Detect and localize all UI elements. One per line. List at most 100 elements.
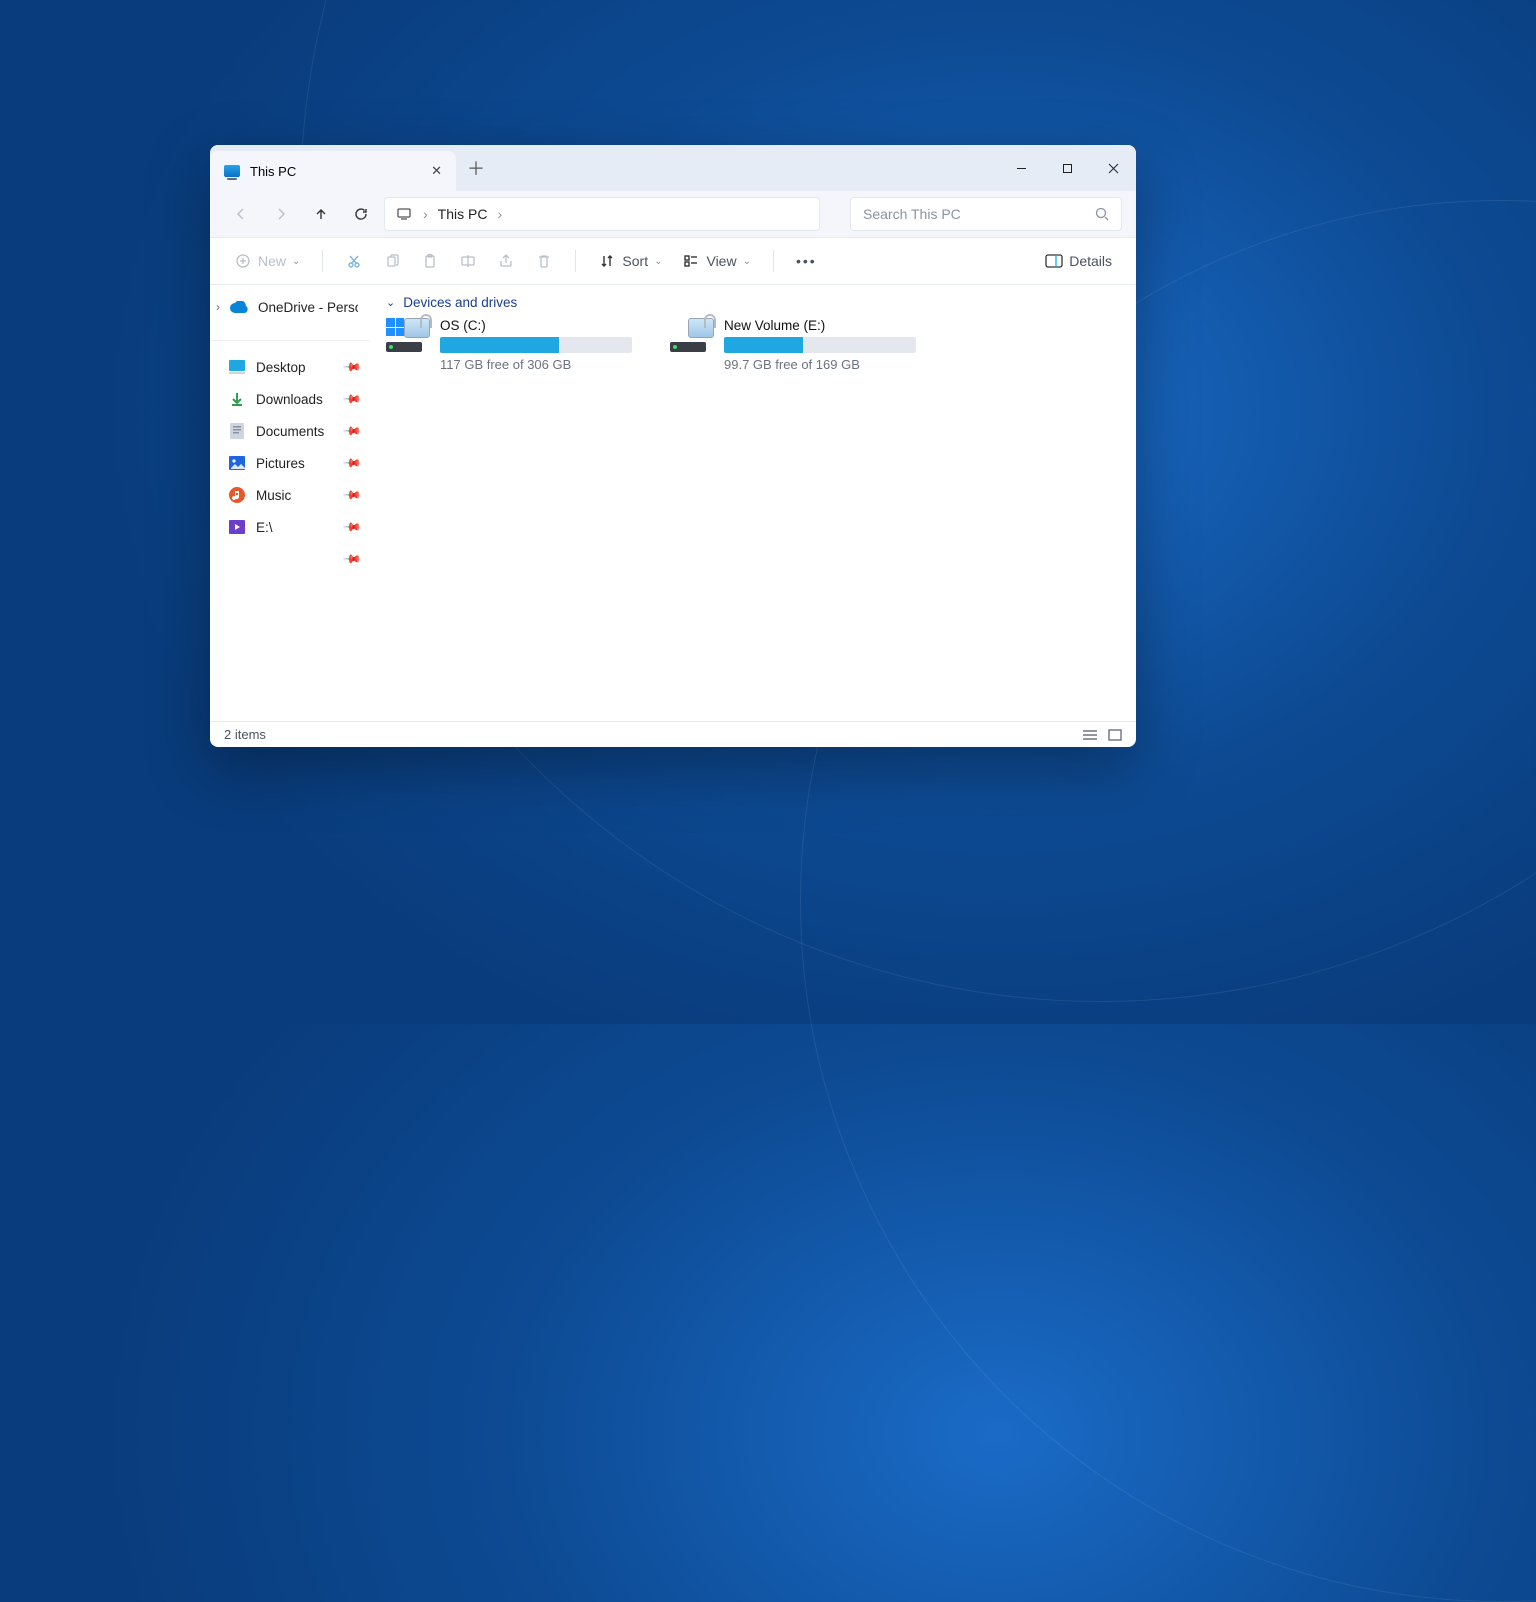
sidebar-item-pictures[interactable]: Pictures 📌 [210, 447, 370, 479]
more-button[interactable]: ••• [790, 245, 823, 277]
pin-icon[interactable]: 📌 [342, 357, 362, 377]
drive-usage-bar [440, 337, 632, 353]
sidebar: › OneDrive - Perso Desktop 📌 Downloads 📌… [210, 285, 370, 721]
sidebar-item-downloads[interactable]: Downloads 📌 [210, 383, 370, 415]
sidebar-label: Documents [256, 424, 324, 439]
details-pane-button[interactable]: Details [1039, 245, 1118, 277]
sort-button[interactable]: Sort ⌄ [592, 245, 668, 277]
sidebar-item-e-drive[interactable]: E:\ 📌 [210, 511, 370, 543]
drive-name: New Volume (E:) [724, 318, 916, 333]
copy-icon [383, 252, 401, 270]
new-label: New [258, 253, 286, 269]
chevron-right-icon[interactable]: › [497, 206, 502, 222]
sidebar-item-music[interactable]: Music 📌 [210, 479, 370, 511]
breadcrumb-location[interactable]: This PC [438, 206, 488, 222]
refresh-button[interactable] [344, 197, 378, 231]
address-bar[interactable]: › This PC › [384, 197, 820, 231]
drive-item[interactable]: OS (C:)117 GB free of 306 GB [386, 318, 642, 372]
window-controls [998, 145, 1136, 191]
documents-icon [228, 422, 246, 440]
paste-icon [421, 252, 439, 270]
drive-icon [386, 318, 430, 352]
desktop-icon [228, 358, 246, 376]
paste-button[interactable] [415, 245, 445, 277]
copy-button[interactable] [377, 245, 407, 277]
search-box[interactable] [850, 197, 1122, 231]
pin-icon[interactable]: 📌 [342, 485, 362, 505]
chevron-right-icon: › [423, 206, 428, 222]
pin-icon[interactable]: 📌 [342, 389, 362, 409]
sidebar-item-empty[interactable]: 📌 [210, 543, 370, 575]
chevron-down-icon: ⌄ [292, 256, 300, 267]
toolbar: New ⌄ Sort ⌄ View ⌄ ••• Details [210, 237, 1136, 285]
sort-label: Sort [622, 253, 648, 269]
pin-icon[interactable]: 📌 [342, 517, 362, 537]
downloads-icon [228, 390, 246, 408]
close-button[interactable] [1090, 145, 1136, 191]
minimize-button[interactable] [998, 145, 1044, 191]
search-icon[interactable] [1095, 207, 1109, 221]
rename-icon [459, 252, 477, 270]
rename-button[interactable] [453, 245, 483, 277]
tab-title: This PC [250, 164, 296, 179]
content-area[interactable]: ⌄ Devices and drives OS (C:)117 GB free … [370, 285, 1136, 721]
new-button[interactable]: New ⌄ [228, 245, 306, 277]
sidebar-item-documents[interactable]: Documents 📌 [210, 415, 370, 447]
chevron-down-icon: ⌄ [386, 296, 395, 309]
drive-icon [670, 318, 714, 352]
drive-usage-bar [724, 337, 916, 353]
search-input[interactable] [863, 206, 1095, 222]
windows-logo-icon [386, 318, 404, 336]
blank-icon [228, 550, 246, 568]
music-icon [228, 486, 246, 504]
sidebar-item-desktop[interactable]: Desktop 📌 [210, 351, 370, 383]
share-button[interactable] [491, 245, 521, 277]
sidebar-label: Downloads [256, 392, 323, 407]
group-devices-and-drives[interactable]: ⌄ Devices and drives [386, 295, 1120, 310]
tiles-view-icon[interactable] [1108, 729, 1122, 741]
titlebar: This PC ✕ ＋ [210, 145, 1136, 191]
back-button[interactable] [224, 197, 258, 231]
onedrive-icon [230, 298, 248, 316]
status-bar: 2 items [210, 721, 1136, 747]
cut-icon [345, 252, 363, 270]
chevron-down-icon: ⌄ [743, 256, 751, 267]
sidebar-label: OneDrive - Perso [258, 300, 358, 315]
pin-icon[interactable]: 📌 [342, 549, 362, 569]
share-icon [497, 252, 515, 270]
cut-button[interactable] [339, 245, 369, 277]
up-button[interactable] [304, 197, 338, 231]
sidebar-label: Desktop [256, 360, 306, 375]
sidebar-label: Pictures [256, 456, 305, 471]
ellipsis-icon: ••• [796, 253, 817, 269]
sidebar-item-onedrive[interactable]: › OneDrive - Perso [210, 291, 370, 323]
pin-icon[interactable]: 📌 [342, 453, 362, 473]
drive-item[interactable]: New Volume (E:)99.7 GB free of 169 GB [670, 318, 926, 372]
chevron-down-icon: ⌄ [654, 256, 662, 267]
details-label: Details [1069, 253, 1112, 269]
sidebar-label: Music [256, 488, 291, 503]
list-view-icon[interactable] [1082, 729, 1098, 741]
this-pc-icon [224, 165, 240, 177]
sort-icon [598, 252, 616, 270]
group-title: Devices and drives [403, 295, 517, 310]
view-button[interactable]: View ⌄ [676, 245, 756, 277]
body: › OneDrive - Perso Desktop 📌 Downloads 📌… [210, 285, 1136, 721]
view-icon [682, 252, 700, 270]
nav-row: › This PC › [210, 191, 1136, 237]
new-tab-button[interactable]: ＋ [456, 145, 496, 191]
tab-this-pc[interactable]: This PC ✕ [210, 151, 456, 191]
video-folder-icon [228, 518, 246, 536]
sidebar-label: E:\ [256, 520, 273, 535]
maximize-button[interactable] [1044, 145, 1090, 191]
view-label: View [706, 253, 736, 269]
trash-icon [535, 252, 553, 270]
details-pane-icon [1045, 252, 1063, 270]
tab-close-icon[interactable]: ✕ [431, 163, 442, 179]
delete-button[interactable] [529, 245, 559, 277]
pin-icon[interactable]: 📌 [342, 421, 362, 441]
drive-free-text: 117 GB free of 306 GB [440, 357, 642, 372]
plus-circle-icon [234, 252, 252, 270]
forward-button[interactable] [264, 197, 298, 231]
monitor-icon [395, 205, 413, 223]
